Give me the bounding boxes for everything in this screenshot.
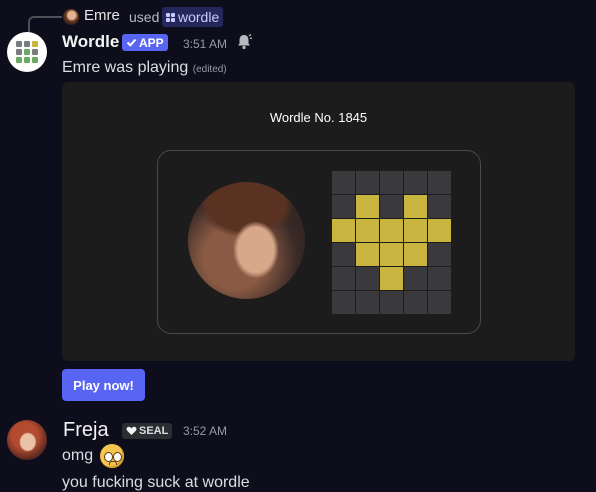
wordle-tile-gray: [428, 243, 451, 266]
wordle-tile-yellow: [356, 219, 379, 242]
reply-connector: [28, 16, 62, 34]
result-card: [157, 150, 481, 334]
wordle-tile-gray: [332, 243, 355, 266]
wordle-tile-yellow: [356, 243, 379, 266]
reply-used-label: used: [129, 9, 160, 25]
bell-icon[interactable]: [235, 33, 253, 51]
reply-user-avatar[interactable]: [63, 9, 79, 25]
reply-username[interactable]: Emre: [84, 7, 120, 24]
wordle-tile-gray: [428, 171, 451, 194]
wordle-tile-yellow: [404, 195, 427, 218]
wordle-tile-yellow: [380, 267, 403, 290]
wordle-tile-yellow: [380, 219, 403, 242]
app-badge-label: APP: [139, 35, 164, 50]
wordle-tile-yellow: [332, 219, 355, 242]
message-timestamp-freja[interactable]: 3:52 AM: [183, 424, 227, 438]
message-content: Emre was playing (edited): [62, 59, 227, 77]
wordle-tile-yellow: [380, 243, 403, 266]
wordle-tile-gray: [380, 195, 403, 218]
seal-badge-label: SEAL: [139, 425, 169, 437]
wordle-tile-yellow: [404, 243, 427, 266]
wordle-tile-gray: [428, 291, 451, 314]
wordle-tile-gray: [332, 267, 355, 290]
edited-label: (edited): [192, 64, 227, 75]
wordle-tile-gray: [356, 291, 379, 314]
wordle-tile-gray: [332, 171, 355, 194]
app-badge: APP: [122, 34, 168, 51]
wordle-logo-icon: [16, 41, 38, 63]
wordle-tile-gray: [332, 291, 355, 314]
checkmark-icon: [126, 38, 137, 47]
wordle-tile-gray: [404, 171, 427, 194]
wordle-tile-yellow: [356, 195, 379, 218]
wordle-grid: [332, 171, 452, 315]
wordle-tile-yellow: [428, 219, 451, 242]
player-avatar: [188, 182, 305, 299]
play-now-button[interactable]: Play now!: [62, 369, 145, 401]
command-name: wordle: [178, 9, 220, 25]
wordle-tile-gray: [356, 171, 379, 194]
message-text: Emre was playing: [62, 59, 189, 76]
heart-icon: [126, 426, 137, 435]
wordle-tile-gray: [428, 195, 451, 218]
message-author[interactable]: Wordle: [62, 32, 119, 52]
wordle-tile-gray: [332, 195, 355, 218]
wordle-tile-gray: [404, 267, 427, 290]
message-line-2: you fucking suck at wordle: [62, 474, 250, 491]
wordle-tile-gray: [380, 291, 403, 314]
command-mention[interactable]: wordle: [162, 7, 224, 27]
wordle-app-avatar[interactable]: [7, 32, 47, 72]
slash-command-icon: [166, 12, 175, 22]
message-author-freja[interactable]: Freja: [63, 419, 109, 442]
message-line-1: omg: [62, 447, 94, 464]
message-timestamp[interactable]: 3:51 AM: [183, 37, 227, 51]
wordle-tile-gray: [356, 267, 379, 290]
wordle-tile-gray: [428, 267, 451, 290]
pleading-face-icon[interactable]: [100, 444, 124, 468]
wordle-tile-gray: [380, 171, 403, 194]
wordle-tile-gray: [404, 291, 427, 314]
embed-title: Wordle No. 1845: [269, 110, 368, 125]
wordle-tile-yellow: [404, 219, 427, 242]
seal-badge[interactable]: SEAL: [122, 423, 173, 439]
freja-avatar[interactable]: [7, 420, 47, 460]
wordle-embed: Wordle No. 1845: [62, 82, 575, 361]
